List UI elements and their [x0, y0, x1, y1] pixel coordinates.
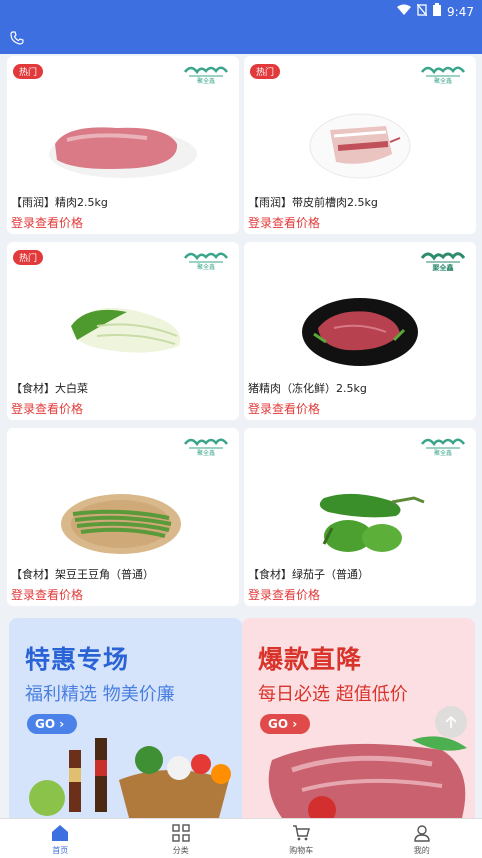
status-bar: 9:47 — [0, 0, 482, 24]
product-card[interactable]: 聚全鑫 【食材】绿茄子（普通） 登录查看价格 — [244, 428, 476, 606]
tab-label: 我的 — [413, 846, 430, 855]
product-name: 猪精肉（冻化鲜）2.5kg — [248, 382, 367, 395]
brand-logo: 聚全鑫 — [184, 66, 228, 85]
svg-text:聚全鑫: 聚全鑫 — [434, 449, 452, 457]
hot-badge: 热门 — [13, 64, 44, 79]
product-name: 【食材】绿茄子（普通） — [248, 568, 369, 581]
home-icon — [52, 825, 69, 841]
bottom-tab-bar: 首页 分类 购物车 我的 — [0, 818, 482, 858]
battery-icon — [433, 3, 442, 20]
brand-logo: 聚全鑫 — [184, 252, 228, 271]
pork-lean-image — [49, 127, 197, 178]
banner-title: 爆款直降 — [258, 645, 363, 674]
product-name: 【雨润】精肉2.5kg — [11, 196, 108, 209]
tab-label: 分类 — [172, 846, 189, 855]
green-eggplant-image — [319, 493, 425, 552]
hot-badge: 热门 — [250, 64, 281, 79]
product-name: 【食材】架豆王豆角（普通） — [11, 568, 154, 581]
login-price-link[interactable]: 登录查看价格 — [248, 586, 320, 603]
clock: 9:47 — [447, 4, 474, 19]
user-icon — [414, 825, 430, 842]
svg-text:聚全鑫: 聚全鑫 — [197, 77, 215, 85]
arrow-up-icon — [445, 715, 457, 728]
meat-platter-image — [268, 736, 467, 818]
banner-subtitle: 福利精选 物美价廉 — [25, 684, 175, 705]
grocery-basket-image — [29, 738, 231, 818]
svg-text:聚全鑫: 聚全鑫 — [434, 77, 452, 85]
pork-belly-image — [309, 113, 411, 179]
brand-logo: 聚全鑫 — [421, 438, 465, 457]
tab-profile[interactable]: 我的 — [362, 819, 482, 858]
tab-label: 购物车 — [289, 846, 314, 855]
product-card[interactable]: 聚全鑫 【食材】架豆王豆角（普通） 登录查看价格 — [7, 428, 239, 606]
product-card[interactable]: 聚全鑫 猪精肉（冻化鲜）2.5kg 登录查看价格 — [244, 242, 476, 420]
no-sim-icon — [416, 3, 428, 20]
top-header — [0, 24, 482, 54]
tab-cart[interactable]: 购物车 — [241, 819, 362, 858]
tab-home[interactable]: 首页 — [0, 819, 121, 858]
product-card[interactable]: 热门 聚全鑫 【食材】大白菜 登录查看价格 — [7, 242, 239, 420]
svg-text:聚全鑫: 聚全鑫 — [197, 449, 215, 457]
svg-text:聚全鑫: 聚全鑫 — [197, 263, 215, 271]
svg-text:聚全鑫: 聚全鑫 — [432, 263, 454, 272]
napa-cabbage-image — [71, 307, 181, 353]
product-card[interactable]: 热门 聚全鑫 【雨润】精肉2.5kg 登录查看价格 — [7, 56, 239, 234]
go-label: GO — [35, 717, 56, 731]
product-card[interactable]: 热门 聚全鑫 【雨润】带皮前槽肉2.5kg 登录查看价格 — [244, 56, 476, 234]
brand-logo: 聚全鑫 — [420, 252, 466, 272]
brand-logo: 聚全鑫 — [421, 66, 465, 85]
product-name: 【雨润】带皮前槽肉2.5kg — [248, 196, 378, 209]
login-price-link[interactable]: 登录查看价格 — [248, 214, 320, 231]
promo-banner-special[interactable]: 特惠专场 福利精选 物美价廉 GO › — [9, 618, 242, 818]
brand-logo: 聚全鑫 — [184, 438, 228, 457]
login-price-link[interactable]: 登录查看价格 — [11, 214, 83, 231]
cart-icon — [293, 825, 311, 841]
banner-title: 特惠专场 — [25, 645, 130, 674]
hot-badge: 热门 — [13, 250, 44, 265]
category-icon — [172, 824, 190, 842]
tab-label: 首页 — [52, 846, 69, 855]
login-price-link[interactable]: 登录查看价格 — [11, 586, 83, 603]
phone-icon[interactable] — [10, 30, 28, 48]
login-price-link[interactable]: 登录查看价格 — [248, 400, 320, 417]
wifi-icon — [397, 4, 412, 20]
green-beans-image — [61, 494, 181, 554]
pork-plate-image — [302, 298, 418, 366]
scroll-to-top-button[interactable] — [435, 706, 467, 738]
tab-category[interactable]: 分类 — [121, 819, 242, 858]
banner-subtitle: 每日必选 超值低价 — [258, 684, 408, 705]
product-name: 【食材】大白菜 — [11, 382, 88, 395]
go-label: GO — [268, 717, 289, 731]
login-price-link[interactable]: 登录查看价格 — [11, 400, 83, 417]
